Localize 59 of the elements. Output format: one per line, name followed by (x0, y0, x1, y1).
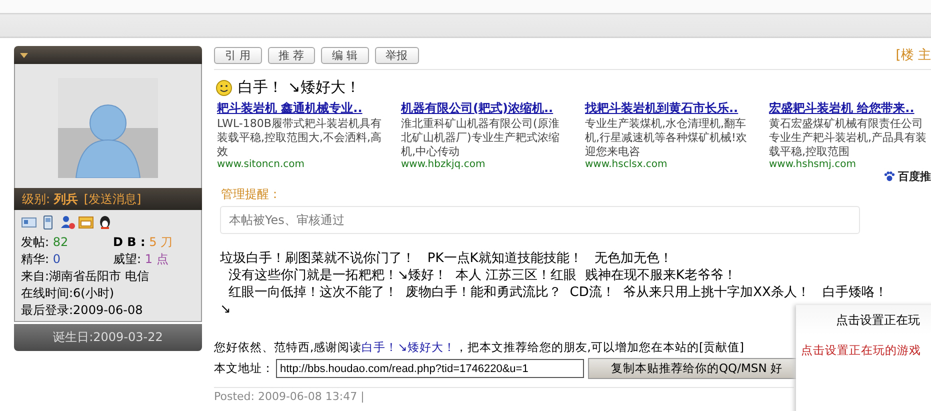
post-link[interactable]: 白手！↘矮好大！ (362, 340, 456, 354)
popup-title: 点击设置正在玩 (796, 305, 931, 335)
stat-label: 威望: (113, 252, 142, 266)
level-label: 级别: 列兵 (22, 190, 78, 208)
ad-url: www.hsclsx.com (585, 159, 668, 170)
ad-text: 淮北重科矿山机器有限公司(原淮 (401, 117, 560, 130)
ad-text: LWL-180B履带式耙斗装岩机具有 (217, 117, 382, 130)
post-action-button[interactable]: 编 辑 (321, 46, 368, 64)
ad-url: www.sitoncn.com (217, 159, 306, 170)
ad-url: www.hshsmj.com (769, 159, 857, 170)
address-label: 本文地址： (214, 361, 274, 376)
post-action-button[interactable]: 引 用 (214, 46, 262, 64)
ad-text: 机,行星减速机等各种煤矿机械!欢 (585, 131, 747, 144)
ad-title-link[interactable]: 宏盛耙斗装岩机 给您带来.. (769, 101, 914, 115)
set-game-link[interactable]: 点击设置正在玩的游戏 (801, 343, 931, 358)
post-action-button[interactable]: 推 荐 (268, 46, 315, 64)
stat-label: D B : (113, 235, 146, 249)
ad-text: 效 (217, 145, 228, 158)
caret-icon[interactable] (20, 52, 28, 58)
add-user-icon[interactable] (59, 214, 75, 230)
post-text: 垃圾白手！刷图菜就不说你门了！ PK一点K就知道技能技能！ 无色加无色！ (220, 251, 673, 266)
smiley-icon (216, 80, 232, 96)
ad-text: 专业生产装煤机,水仓清理机,翻车 (585, 117, 746, 130)
ad-text: 专业生产耙斗装岩机,产品具有装 (769, 131, 926, 144)
penguin-icon[interactable] (97, 214, 113, 230)
stat-value: 5 刀 (149, 235, 173, 249)
ad-title-link[interactable]: 耙斗装岩机 鑫通机械专业.. (217, 101, 362, 115)
post-text: 红眼一向低掉！这次不能了！ 废物白手！能和勇武流比？ CD流！ 爷从来只用上挑十字加XX杀人！ 白手矮咯！ (227, 285, 888, 300)
ad-text: 装载平稳,控取范围大,不会洒料,高 (217, 131, 382, 144)
profile-detail: 最后登录:2009-06-08 (21, 303, 143, 317)
notice-box: 本帖被Yes、审核通过 (220, 206, 860, 234)
post-text: 没有这些你门就是一拓粑粑！↘矮好！ 本人 江苏三区！红眼 贱神在现不服来K老爷爷！ (227, 268, 736, 283)
profile-detail: 在线时间:6(小时) (21, 286, 114, 300)
ad-title-link[interactable]: 找耙斗装岩机到黄石市长乐.. (585, 101, 738, 115)
ad-text: 迎您来电咨 (585, 145, 640, 158)
address-field[interactable]: http://bbs.houdao.com/read.php?tid=1746220&u=1 (276, 359, 584, 378)
profile-detail: 来自:湖南省岳阳市 电信 (21, 269, 149, 283)
ad-title-link[interactable]: 机器有限公司(耙式)浓缩机.. (401, 101, 554, 115)
stat-value: 82 (52, 235, 68, 249)
stat-value: 0 (52, 252, 61, 266)
post-text: ↘ (220, 302, 231, 317)
stat-label: 发帖: (21, 235, 50, 249)
notice-label: 管理提醒： (221, 186, 282, 203)
stat-label: 精华: (21, 252, 50, 266)
ad-text: 北矿山机器厂)专业生产耙式浓缩 (401, 131, 560, 144)
ad-text: 机,中心传动 (401, 145, 460, 158)
stat-value: 1 点 (144, 252, 168, 266)
post-action-button[interactable]: 举报 (374, 46, 418, 64)
paw-icon (884, 170, 895, 182)
birthday-bar: 诞生日:2009-03-22 (14, 324, 202, 351)
post-title: 白手！ ↘矮好大！ (238, 78, 360, 97)
posted-time: Posted: 2009-06-08 13:47 | (214, 387, 794, 403)
avatar-icon (58, 78, 158, 178)
ad-text: 载平稳,控取范围 (769, 145, 850, 158)
ad-brand: 百度推 (898, 168, 931, 184)
ad-text: 黄石宏盛煤矿机械有限责任公司 (769, 117, 923, 130)
floor-label: [楼 主 (896, 47, 931, 64)
ad-url: www.hbzkjq.com (401, 159, 486, 170)
send-message-link[interactable]: [发送消息] (84, 190, 142, 208)
